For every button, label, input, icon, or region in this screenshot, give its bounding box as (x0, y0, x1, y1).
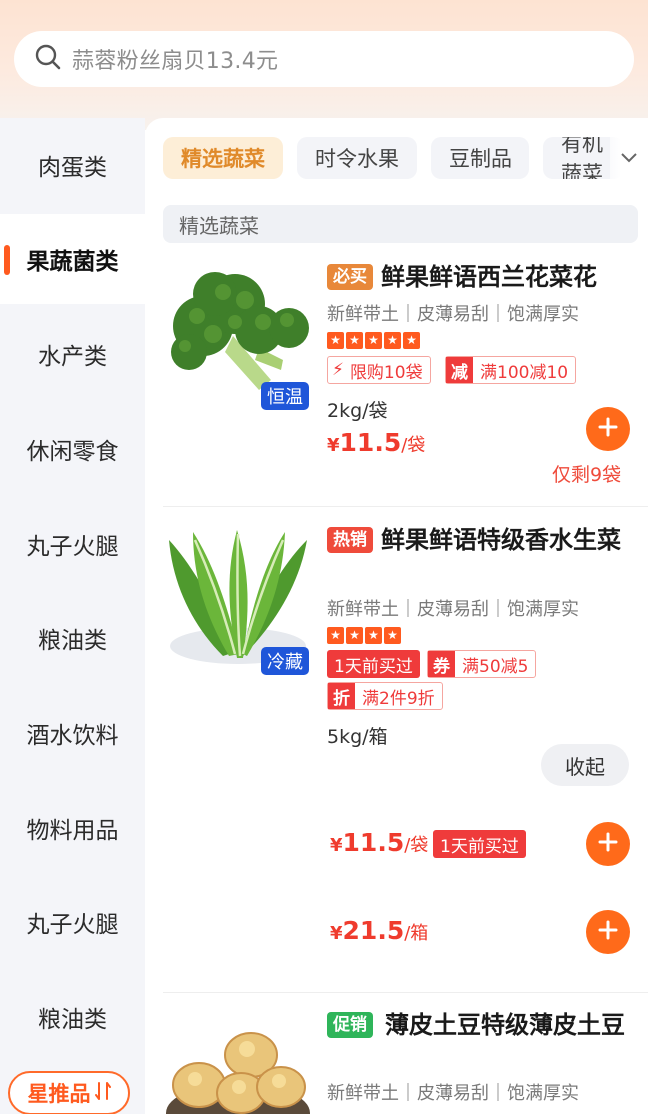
star-icon: ★ (346, 332, 363, 349)
add-to-cart-button[interactable] (586, 910, 630, 954)
star-icon: ★ (327, 332, 344, 349)
product-title[interactable]: 必买 鲜果鲜语西兰花菜花 (327, 261, 637, 294)
rating-stars: ★ ★ ★ ★ ★ (327, 332, 420, 349)
star-icon: ★ (327, 627, 344, 644)
stock-remaining: 仅剩9袋 (552, 464, 622, 486)
plus-icon (597, 831, 619, 857)
chip-seasonal-fruit[interactable]: 时令水果 (297, 137, 417, 179)
storage-badge: 恒温 (261, 382, 309, 410)
chip-tofu-products[interactable]: 豆制品 (431, 137, 529, 179)
search-placeholder: 蒜蓉粉丝扇贝13.4元 (72, 49, 279, 74)
product-tag: 热销 (327, 527, 373, 553)
product-spec: 2kg/袋 (327, 400, 388, 422)
product-tag: 促销 (327, 1012, 373, 1038)
sidebar-item-produce[interactable]: 果蔬菌类 (0, 214, 145, 304)
sidebar-item-drinks[interactable]: 酒水饮料 (0, 688, 145, 778)
add-to-cart-button[interactable] (586, 407, 630, 451)
product-title[interactable]: 热销 鲜果鲜语特级香水生菜 (327, 524, 637, 557)
rating-stars: ★ ★ ★ ★ (327, 627, 401, 644)
sidebar-item-grain-oil[interactable]: 粮油类 (0, 593, 145, 683)
chip-selected-vegetables[interactable]: 精选蔬菜 (163, 137, 283, 179)
product-subtitle: 新鲜带土｜皮薄易刮｜饱满厚实 (327, 1083, 579, 1104)
variant-price: ¥21.5/箱 (330, 916, 429, 945)
star-icon: ★ (384, 332, 401, 349)
star-icon: ★ (365, 332, 382, 349)
sort-icon (94, 1081, 111, 1106)
promo-multi-buy: 折满2件9折 (327, 682, 443, 710)
star-picks-button[interactable]: 星推品 (8, 1071, 130, 1114)
star-icon: ★ (403, 332, 420, 349)
promo-limit: ⚡ 限购10袋 (327, 356, 431, 384)
search-bar[interactable]: 蒜蓉粉丝扇贝13.4元 (14, 31, 634, 87)
sidebar-item-meatballs-ham-2[interactable]: 丸子火腿 (0, 877, 145, 967)
bought-before-badge: 1天前买过 (433, 830, 526, 858)
divider (163, 992, 648, 993)
promo-discount: 减满100减10 (445, 356, 577, 384)
sidebar-item-supplies[interactable]: 物料用品 (0, 783, 145, 873)
star-icon: ★ (384, 627, 401, 644)
potato-image[interactable] (163, 1015, 313, 1114)
search-icon (34, 43, 62, 75)
star-icon: ★ (365, 627, 382, 644)
sidebar-item-seafood[interactable]: 水产类 (0, 309, 145, 399)
sidebar-item-meatballs-ham[interactable]: 丸子火腿 (0, 499, 145, 589)
product-price: ¥11.5/袋 (327, 428, 426, 457)
divider (163, 506, 648, 507)
section-title: 精选蔬菜 (163, 205, 638, 243)
bought-before-badge: 1天前买过 (327, 650, 420, 678)
product-spec: 5kg/箱 (327, 726, 388, 748)
product-subtitle: 新鲜带土｜皮薄易刮｜饱满厚实 (327, 304, 579, 325)
star-icon: ★ (346, 627, 363, 644)
chevron-down-icon (619, 149, 639, 168)
sidebar-item-meat-eggs[interactable]: 肉蛋类 (0, 120, 145, 210)
lightning-icon: ⚡ (332, 360, 344, 380)
add-to-cart-button[interactable] (586, 822, 630, 866)
promo-coupon: 券满50减5 (427, 650, 537, 678)
variant-price: ¥11.5/袋 (330, 828, 429, 857)
sidebar-item-grain-oil-2[interactable]: 粮油类 (0, 972, 145, 1062)
product-title[interactable]: 促销 薄皮土豆特级薄皮土豆 (327, 1009, 637, 1042)
storage-badge: 冷藏 (261, 647, 309, 675)
product-tag: 必买 (327, 264, 373, 290)
product-subtitle: 新鲜带土｜皮薄易刮｜饱满厚实 (327, 599, 579, 620)
collapse-button[interactable]: 收起 (541, 744, 629, 786)
sidebar-item-snacks[interactable]: 休闲零食 (0, 404, 145, 494)
plus-icon (597, 919, 619, 945)
plus-icon (597, 416, 619, 442)
expand-chips-button[interactable] (610, 137, 648, 179)
